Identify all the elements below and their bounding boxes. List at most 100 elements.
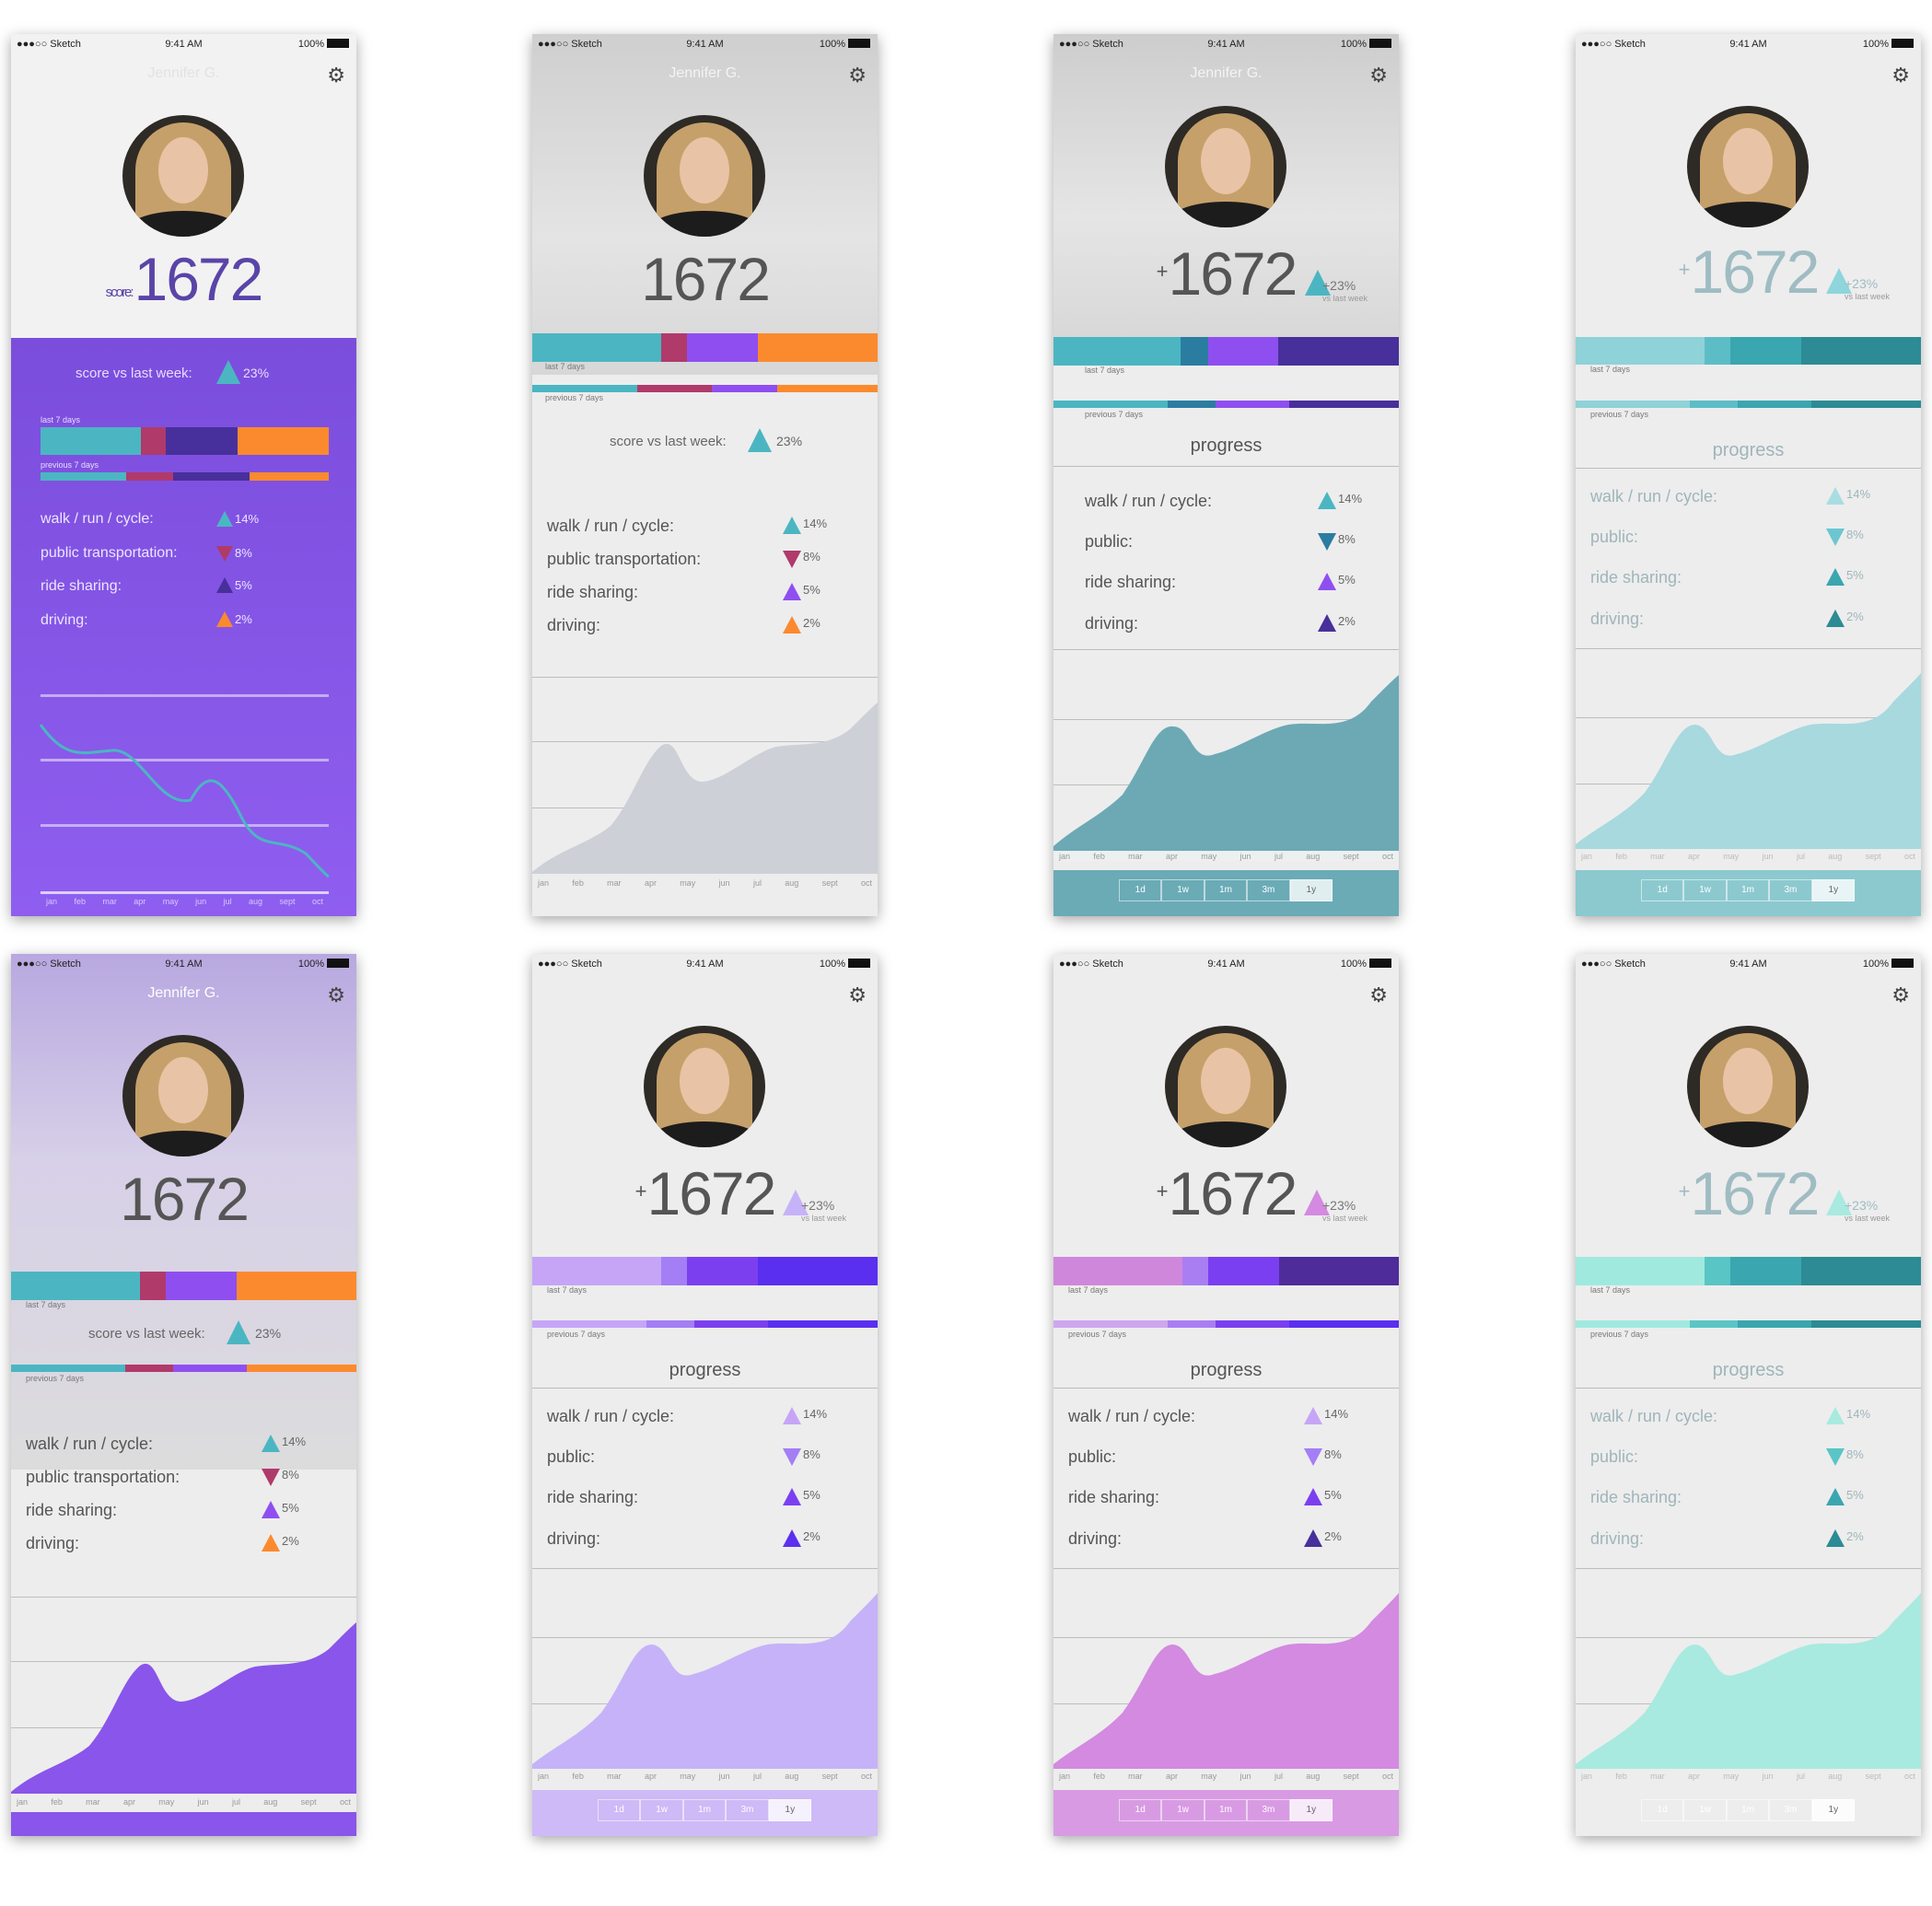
range-option-1y[interactable]: 1y [1811,879,1856,901]
month-label: jul [1274,1772,1283,1781]
month-label: may [680,878,696,888]
range-option-3m[interactable]: 3m [1769,879,1812,901]
month-label: may [1201,852,1217,861]
score-trend-line [39,724,330,878]
range-option-1y[interactable]: 1y [1811,1799,1856,1821]
month-label: may [1723,852,1740,861]
range-option-3m[interactable]: 3m [1247,1799,1290,1821]
month-label: oct [1903,1772,1915,1781]
month-label: apr [1687,852,1700,861]
month-label: may [1723,1772,1740,1781]
month-axis: jan feb mar apr may jun jul aug sept oct [532,878,878,888]
month-label: apr [644,878,657,888]
month-label: jul [752,1772,762,1781]
screen-variant-8: ●●●○○ Sketch 9:41 AM 100% ⚙ +1672 +23% vs… [1576,954,1921,1836]
score-area-chart [11,1622,356,1794]
range-selector[interactable]: 1d 1w 1m 3m 1y [1119,1799,1333,1821]
month-label: jul [752,878,762,888]
month-label: jan [1059,1772,1071,1781]
range-option-1w[interactable]: 1w [1683,879,1727,901]
month-label: feb [51,1797,63,1807]
range-selector[interactable]: 1d 1w 1m 3m 1y [598,1799,812,1821]
month-axis: jan feb mar apr may jun jul aug sept oct [1576,852,1921,861]
month-label: oct [1381,1772,1393,1781]
month-label: feb [74,897,86,906]
month-label: mar [1650,852,1665,861]
range-selector[interactable]: 1d 1w 1m 3m 1y [1119,879,1333,901]
month-axis: jan feb mar apr may jun jul aug sept oct [1053,1772,1399,1781]
month-axis: jan feb mar apr may jun jul aug sept oct [41,897,329,906]
month-label: jun [1762,852,1774,861]
month-axis: jan feb mar apr may jun jul aug sept oct [532,1772,878,1781]
month-axis: jan feb mar apr may jun jul aug sept oct [1053,852,1399,861]
range-option-1d[interactable]: 1d [1119,1799,1162,1821]
range-option-1y[interactable]: 1y [768,1799,812,1821]
month-label: mar [86,1797,100,1807]
month-label: may [680,1772,696,1781]
month-label: apr [644,1772,657,1781]
range-option-1m[interactable]: 1m [1204,879,1248,901]
range-option-1m[interactable]: 1m [1204,1799,1248,1821]
month-label: aug [785,878,799,888]
range-selector[interactable]: 1d 1w 1m 3m 1y [1641,879,1856,901]
range-option-1d[interactable]: 1d [1641,1799,1684,1821]
screen-variant-4: ●●●○○ Sketch 9:41 AM 100% ⚙ +1672 +23% vs… [1576,34,1921,916]
month-label: apr [1687,1772,1700,1781]
month-label: jan [1059,852,1071,861]
range-option-1m[interactable]: 1m [1726,1799,1770,1821]
month-label: jun [718,878,730,888]
month-label: may [1201,1772,1217,1781]
month-label: may [158,1797,175,1807]
range-option-1d[interactable]: 1d [598,1799,641,1821]
score-area-chart [532,1593,878,1769]
month-label: jan [538,878,550,888]
month-label: jun [1240,1772,1251,1781]
month-axis: jan feb mar apr may jun jul aug sept oct [11,1797,356,1807]
month-label: jun [718,1772,730,1781]
month-label: jun [1762,1772,1774,1781]
month-label: jul [1796,852,1805,861]
month-label: apr [1165,1772,1178,1781]
range-option-3m[interactable]: 3m [1769,1799,1812,1821]
month-label: jan [17,1797,29,1807]
month-label: oct [1381,852,1393,861]
range-option-1y[interactable]: 1y [1289,1799,1333,1821]
month-label: sept [821,878,838,888]
month-label: apr [1165,852,1178,861]
month-label: oct [1903,852,1915,861]
range-selector[interactable]: 1d 1w 1m 3m 1y [1641,1799,1856,1821]
month-label: apr [122,1797,135,1807]
month-label: aug [1828,1772,1843,1781]
month-label: aug [1828,852,1843,861]
month-label: aug [263,1797,278,1807]
range-option-3m[interactable]: 3m [1247,879,1290,901]
month-label: oct [311,897,323,906]
month-label: jul [1796,1772,1805,1781]
month-label: jun [1240,852,1251,861]
month-label: aug [249,897,263,906]
month-label: jan [1581,1772,1593,1781]
month-label: aug [1306,852,1321,861]
range-option-3m[interactable]: 3m [726,1799,769,1821]
month-label: sept [1865,1772,1881,1781]
range-option-1m[interactable]: 1m [1726,879,1770,901]
month-label: jun [197,1797,209,1807]
month-label: mar [607,1772,622,1781]
range-option-1w[interactable]: 1w [1161,879,1205,901]
month-label: sept [300,1797,317,1807]
range-option-1w[interactable]: 1w [640,1799,683,1821]
range-option-1y[interactable]: 1y [1289,879,1333,901]
score-area-chart [1053,675,1399,851]
month-label: may [162,897,179,906]
score-area-chart [1053,1593,1399,1769]
month-label: mar [102,897,117,906]
month-label: aug [785,1772,799,1781]
screen-variant-6: ●●●○○ Sketch 9:41 AM 100% ⚙ +1672 +23% vs… [532,954,878,1836]
score-area-chart [1576,1593,1921,1769]
range-option-1d[interactable]: 1d [1641,879,1684,901]
range-option-1w[interactable]: 1w [1683,1799,1727,1821]
range-option-1w[interactable]: 1w [1161,1799,1205,1821]
range-option-1d[interactable]: 1d [1119,879,1162,901]
range-option-1m[interactable]: 1m [682,1799,727,1821]
month-label: jan [538,1772,550,1781]
